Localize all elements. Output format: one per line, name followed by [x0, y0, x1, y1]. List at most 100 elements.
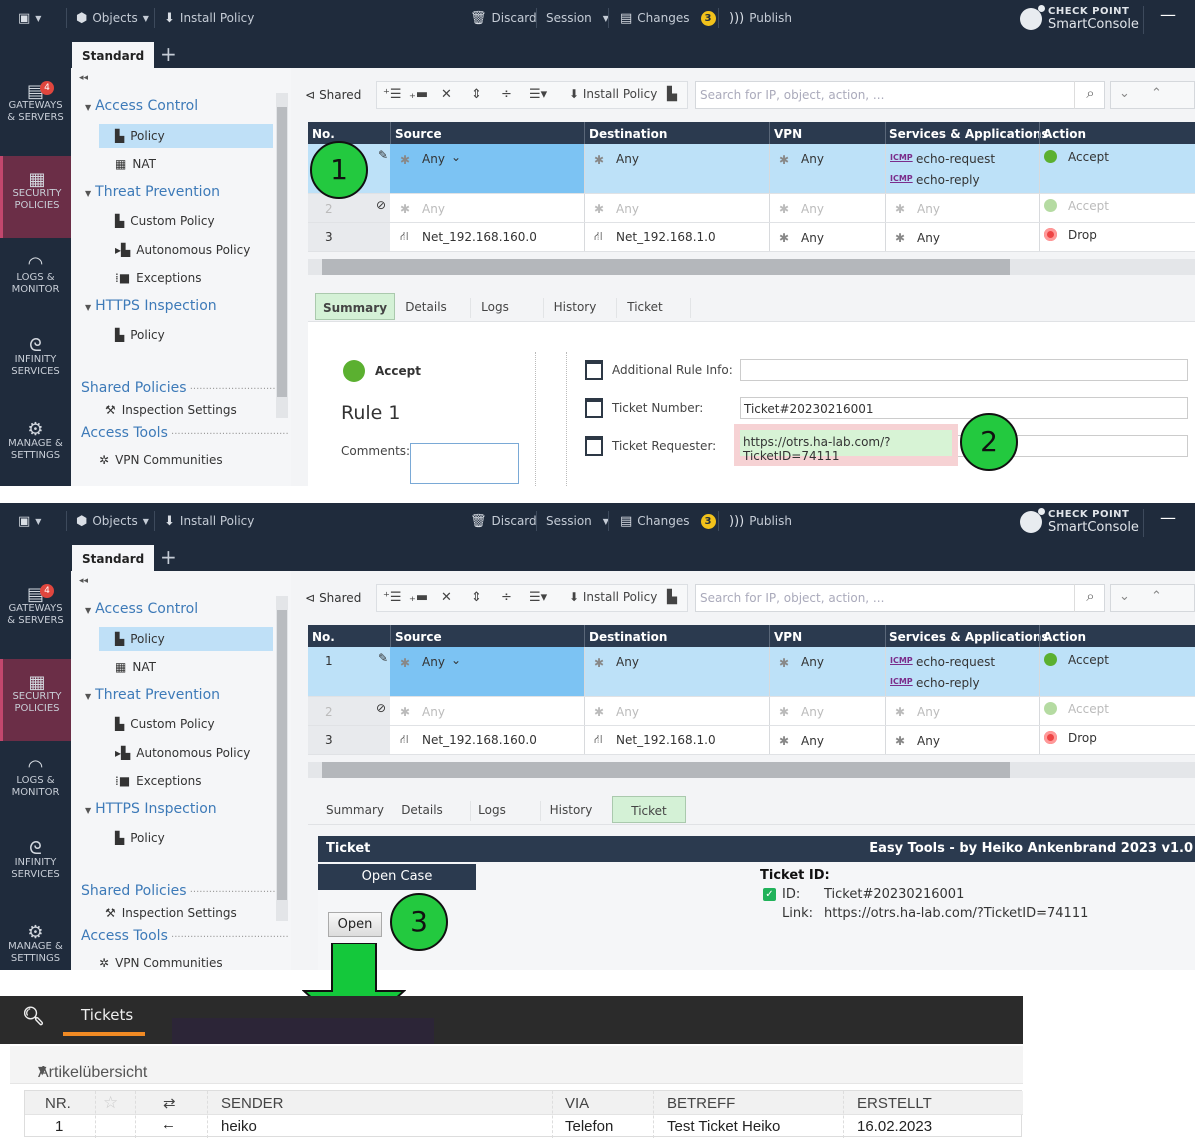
- tab-ticket[interactable]: Ticket: [612, 796, 686, 823]
- discard-button[interactable]: 🗑 Discard: [470, 10, 537, 26]
- policy-settings-icon[interactable]: ▙: [667, 590, 677, 605]
- article-overview-section[interactable]: ▼ Artikelübersicht: [10, 1046, 1023, 1084]
- tab-history[interactable]: History: [544, 796, 598, 823]
- policy-tab-standard[interactable]: Standard: [72, 42, 154, 68]
- app-menu-button[interactable]: ▣ ▼: [18, 10, 41, 26]
- tree-https-policy[interactable]: ▙ Policy: [109, 323, 277, 347]
- changes-button[interactable]: ▤ Changes 3: [620, 513, 716, 529]
- nav-logs-monitor[interactable]: ◠ LOGS & MONITOR: [0, 758, 71, 799]
- tree-access-tools[interactable]: Access Tools: [81, 425, 289, 441]
- chevron-down-icon[interactable]: ⌄: [451, 150, 461, 164]
- collapse-sections-icon[interactable]: ÷: [501, 590, 512, 605]
- tree-shared-policies[interactable]: Shared Policies: [81, 380, 289, 396]
- nav-infinity-services[interactable]: ᘓ INFINITY SERVICES: [0, 840, 71, 881]
- tree-vpn-communities[interactable]: ✲ VPN Communities: [93, 448, 261, 472]
- edit-pencil-icon[interactable]: ✎: [378, 651, 388, 665]
- article-created[interactable]: 16.02.2023: [857, 1118, 932, 1135]
- tab-tickets[interactable]: Tickets: [81, 1006, 133, 1024]
- tree-access-tools[interactable]: Access Tools: [81, 928, 289, 944]
- publish-button[interactable]: ))) Publish: [729, 513, 792, 529]
- direction-icon[interactable]: ⇄: [163, 1094, 176, 1112]
- tree-access-control[interactable]: ▼ Access Control: [85, 601, 198, 617]
- tree-nat[interactable]: ▦ NAT: [109, 152, 277, 176]
- tree-autonomous-policy[interactable]: ▸▙ Autonomous Policy: [109, 238, 277, 262]
- nav-security-policies[interactable]: ▦ SECURITY POLICIES: [0, 156, 71, 238]
- search-icon[interactable]: ⌕: [1074, 584, 1106, 612]
- rule-search-input[interactable]: Search for IP, object, action, ...: [695, 81, 1105, 109]
- tab-details[interactable]: Details: [396, 796, 448, 823]
- shared-button[interactable]: ⊲ Shared: [305, 82, 361, 108]
- shared-button[interactable]: ⊲ Shared: [305, 585, 361, 611]
- tab-ticket[interactable]: Ticket: [620, 293, 670, 320]
- add-tab-button[interactable]: +: [160, 42, 177, 66]
- edit-pencil-icon[interactable]: ✎: [378, 148, 388, 162]
- install-policy-button[interactable]: ⬇ Install Policy: [164, 10, 254, 26]
- tab-summary[interactable]: Summary: [320, 796, 390, 823]
- add-rule-below-icon[interactable]: ₊▬: [409, 590, 428, 605]
- collapse-panel-icon[interactable]: ◂◂: [79, 576, 88, 586]
- tree-scrollbar[interactable]: [276, 596, 288, 921]
- rule-row[interactable]: 3 ⛙ Net_192.168.160.0 ⛙ Net_192.168.1.0 …: [308, 223, 1195, 252]
- chevron-down-icon[interactable]: ⌄: [1119, 86, 1130, 101]
- minimize-button[interactable]: —: [1160, 508, 1176, 527]
- ticket-link[interactable]: https://otrs.ha-lab.com/?TicketID=74111: [824, 906, 1088, 921]
- chevron-down-icon[interactable]: ⌄: [451, 653, 461, 667]
- chevron-up-icon[interactable]: ⌃: [1151, 86, 1162, 101]
- tab-history[interactable]: History: [548, 293, 602, 320]
- add-rule-below-icon[interactable]: ₊▬: [409, 87, 428, 102]
- toolbar-install-policy-button[interactable]: ⬇ Install Policy: [569, 590, 657, 604]
- search-icon[interactable]: ⌕: [1074, 81, 1106, 109]
- tab-logs[interactable]: Logs: [473, 293, 517, 320]
- tree-https-policy[interactable]: ▙ Policy: [109, 826, 277, 850]
- nav-gateways-servers[interactable]: ▤ 4 GATEWAYS & SERVERS: [0, 584, 71, 627]
- tree-custom-policy[interactable]: ▙ Custom Policy: [109, 712, 277, 736]
- nav-manage-settings[interactable]: ⚙ MANAGE & SETTINGS: [0, 421, 71, 462]
- discard-button[interactable]: 🗑 Discard: [470, 513, 537, 529]
- article-nr[interactable]: 1: [55, 1118, 63, 1135]
- changes-button[interactable]: ▤ Changes 3: [620, 10, 716, 26]
- chevron-up-icon[interactable]: ⌃: [1151, 589, 1162, 604]
- rule-search-input[interactable]: Search for IP, object, action, ...: [695, 584, 1105, 612]
- expand-sections-icon[interactable]: ⇕: [471, 590, 482, 605]
- minimize-button[interactable]: —: [1160, 5, 1176, 24]
- session-menu[interactable]: Session ▼: [546, 10, 609, 26]
- objects-menu[interactable]: ⬢ Objects ▼: [76, 513, 149, 529]
- tree-https-inspection[interactable]: ▼ HTTPS Inspection: [85, 801, 217, 817]
- tab-summary[interactable]: Summary: [315, 293, 395, 320]
- publish-button[interactable]: ))) Publish: [729, 10, 792, 26]
- nav-security-policies[interactable]: ▦ SECURITY POLICIES: [0, 659, 71, 741]
- tab-details[interactable]: Details: [400, 293, 452, 320]
- grid-horizontal-scrollbar[interactable]: [308, 762, 1195, 778]
- tree-custom-policy[interactable]: ▙ Custom Policy: [109, 209, 277, 233]
- nav-gateways-servers[interactable]: ▤ 4 GATEWAYS & SERVERS: [0, 81, 71, 124]
- policy-tab-standard[interactable]: Standard: [72, 545, 154, 571]
- article-sender[interactable]: heiko: [221, 1118, 257, 1135]
- list-menu-icon[interactable]: ☰▾: [529, 87, 547, 102]
- tree-exceptions[interactable]: ⁞■ Exceptions: [109, 769, 277, 793]
- ticket-number-field[interactable]: Ticket#20230216001: [740, 397, 1188, 419]
- rule-row[interactable]: 1 ✎ ✱ Any ⌄ ✱ Any ✱ Any ICMP echo-reques…: [308, 647, 1195, 697]
- session-menu[interactable]: Session ▼: [546, 513, 609, 529]
- search-icon[interactable]: 🔍︎: [22, 1006, 45, 1027]
- article-via[interactable]: Telefon: [565, 1118, 613, 1135]
- app-menu-button[interactable]: ▣ ▼: [18, 513, 41, 529]
- tree-threat-prevention[interactable]: ▼ Threat Prevention: [85, 184, 220, 200]
- tree-exceptions[interactable]: ⁞■ Exceptions: [109, 266, 277, 290]
- delete-rule-icon[interactable]: ✕: [441, 87, 452, 102]
- tree-https-inspection[interactable]: ▼ HTTPS Inspection: [85, 298, 217, 314]
- rule-row[interactable]: ✎ ✱ Any ⌄ ✱ Any ✱ Any ICMP echo-request …: [308, 144, 1195, 194]
- tree-access-control[interactable]: ▼ Access Control: [85, 98, 198, 114]
- add-rule-above-icon[interactable]: ⁺☰: [383, 590, 402, 605]
- tree-threat-prevention[interactable]: ▼ Threat Prevention: [85, 687, 220, 703]
- expand-sections-icon[interactable]: ⇕: [471, 87, 482, 102]
- tree-nat[interactable]: ▦ NAT: [109, 655, 277, 679]
- tree-access-policy[interactable]: ▙ Policy: [99, 627, 273, 651]
- tree-shared-policies[interactable]: Shared Policies: [81, 883, 289, 899]
- rule-row[interactable]: 2 ⊘ ✱ Any ✱ Any ✱ Any ✱ Any Accept: [308, 194, 1195, 223]
- collapse-panel-icon[interactable]: ◂◂: [79, 73, 88, 83]
- policy-settings-icon[interactable]: ▙: [667, 87, 677, 102]
- delete-rule-icon[interactable]: ✕: [441, 590, 452, 605]
- rule-row[interactable]: 2 ⊘ ✱ Any ✱ Any ✱ Any ✱ Any Accept: [308, 697, 1195, 726]
- checkbox-checked-icon[interactable]: ✓: [763, 888, 776, 901]
- ticket-requester-value[interactable]: https://otrs.ha-lab.com/?TicketID=74111: [740, 430, 952, 463]
